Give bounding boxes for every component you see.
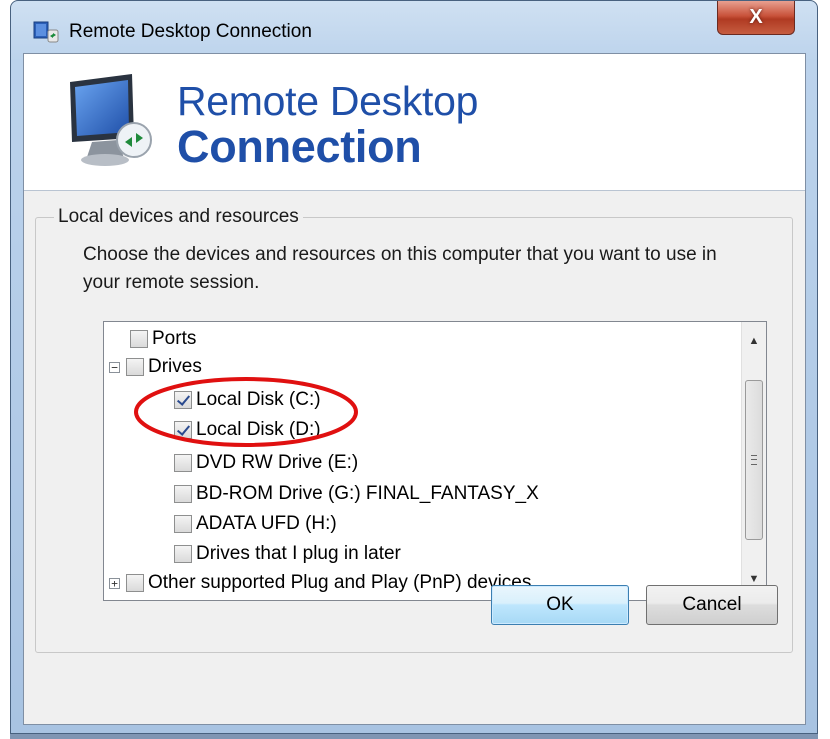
window-bottom-edge xyxy=(10,734,818,739)
tree-item-dvd-rw[interactable]: DVD RW Drive (E:) xyxy=(174,450,358,476)
tree-item-drives[interactable]: − Drives xyxy=(109,354,202,380)
header-banner: Remote Desktop Connection xyxy=(24,54,805,191)
dialog-window: Remote Desktop Connection X Remote Deskt… xyxy=(10,0,818,734)
group-legend: Local devices and resources xyxy=(54,206,303,228)
remote-desktop-monitor-icon xyxy=(70,74,152,166)
scrollbar-thumb[interactable] xyxy=(745,380,763,540)
remote-desktop-icon xyxy=(33,21,59,43)
tree-item-adata-ufd[interactable]: ADATA UFD (H:) xyxy=(174,511,337,537)
checkbox[interactable] xyxy=(126,358,144,376)
close-button[interactable]: X xyxy=(717,1,795,35)
tree-item-label: Ports xyxy=(152,328,197,349)
tree-item-local-disk-d[interactable]: Local Disk (D:) xyxy=(174,417,321,443)
checkbox-checked[interactable] xyxy=(174,421,192,439)
tree-item-label: Local Disk (C:) xyxy=(196,389,321,410)
tree-item-ports[interactable]: Ports xyxy=(130,326,196,352)
cancel-button[interactable]: Cancel xyxy=(646,585,778,625)
checkbox[interactable] xyxy=(174,515,192,533)
ok-button[interactable]: OK xyxy=(491,585,629,625)
tree-item-label: Drives that I plug in later xyxy=(196,543,401,564)
banner-title-line1: Remote Desktop xyxy=(177,78,479,124)
tree-item-label: BD-ROM Drive (G:) FINAL_FANTASY_X xyxy=(196,483,539,504)
checkbox[interactable] xyxy=(174,485,192,503)
checkbox-checked[interactable] xyxy=(174,391,192,409)
vertical-scrollbar[interactable]: ▲ ▼ xyxy=(741,322,766,600)
checkbox[interactable] xyxy=(130,330,148,348)
tree-item-drives-plug-later[interactable]: Drives that I plug in later xyxy=(174,541,401,567)
devices-tree-list[interactable]: Ports − Drives Local Disk (C:) Local Dis… xyxy=(103,321,767,601)
group-description: Choose the devices and resources on this… xyxy=(83,244,717,293)
tree-item-pnp-devices[interactable]: + Other supported Plug and Play (PnP) de… xyxy=(109,570,531,596)
checkbox[interactable] xyxy=(174,454,192,472)
tree-item-bd-rom[interactable]: BD-ROM Drive (G:) FINAL_FANTASY_X xyxy=(174,481,539,507)
tree-item-label: Local Disk (D:) xyxy=(196,419,321,440)
tree-item-label: DVD RW Drive (E:) xyxy=(196,452,359,473)
tree-item-local-disk-c[interactable]: Local Disk (C:) xyxy=(174,387,321,413)
tree-item-label: Other supported Plug and Play (PnP) devi… xyxy=(148,572,532,593)
grip-icon xyxy=(751,455,757,465)
checkbox[interactable] xyxy=(126,574,144,592)
tree-item-label: ADATA UFD (H:) xyxy=(196,513,337,534)
banner-title-line2: Connection xyxy=(177,121,422,172)
scroll-up-arrow-icon[interactable]: ▲ xyxy=(742,328,766,354)
checkbox[interactable] xyxy=(174,545,192,563)
tree-item-label: Drives xyxy=(148,356,202,377)
collapse-icon[interactable]: − xyxy=(109,361,120,373)
expand-icon[interactable]: + xyxy=(109,577,120,589)
window-title: Remote Desktop Connection xyxy=(69,21,312,42)
